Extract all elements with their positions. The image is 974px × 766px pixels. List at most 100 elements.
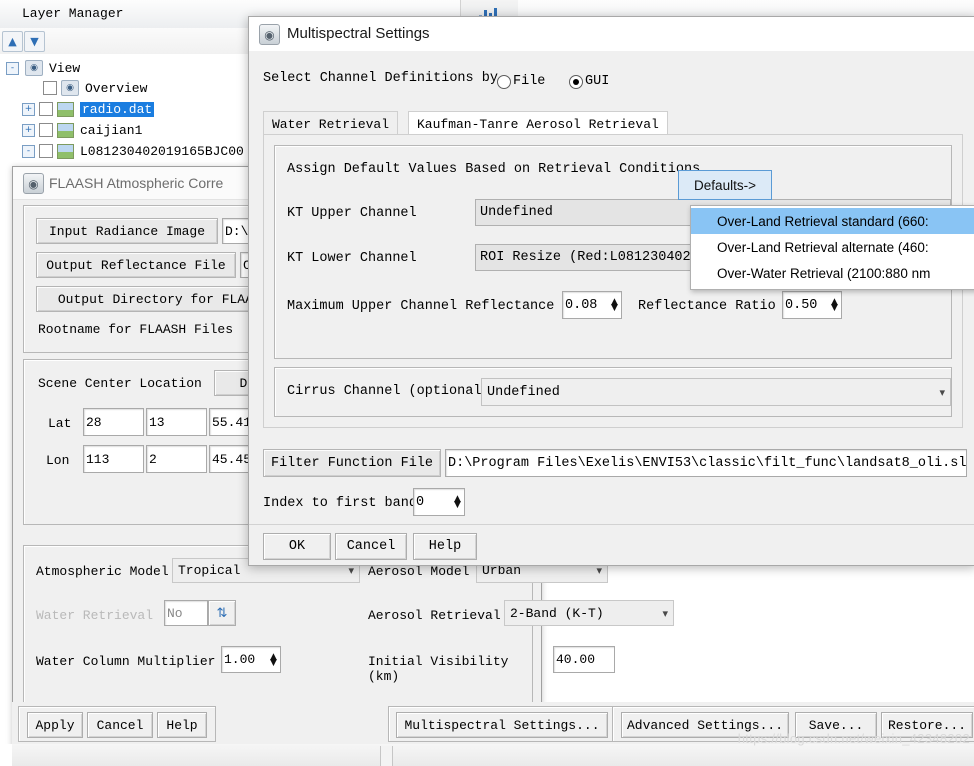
scene-center-location-label: Scene Center Location: [38, 376, 202, 391]
lat-minutes-input[interactable]: 13: [146, 408, 207, 436]
multispectral-title: Multispectral Settings: [287, 25, 430, 42]
assign-defaults-label: Assign Default Values Based on Retrieval…: [287, 162, 701, 177]
tree-item-scene[interactable]: - L081230402019165BJC00: [22, 141, 244, 161]
chevron-down-icon: ▼: [30, 35, 39, 48]
help-button[interactable]: Help: [413, 533, 477, 560]
reflectance-ratio-input[interactable]: 0.50 ▲ ▼: [782, 291, 842, 319]
chevron-down-icon: ▾: [662, 606, 668, 620]
rootname-label: Rootname for FLAASH Files: [38, 322, 234, 337]
collapse-toggle-icon[interactable]: -: [6, 61, 19, 75]
multispectral-titlebar: ◉ Multispectral Settings: [249, 17, 974, 51]
raster-icon: [57, 122, 74, 138]
initial-visibility-input[interactable]: 40.00: [553, 646, 615, 673]
menu-item-over-water[interactable]: Over-Water Retrieval (2100:880 nm: [691, 260, 974, 286]
cirrus-channel-select[interactable]: Undefined ▾: [481, 378, 951, 406]
layer-visibility-checkbox[interactable]: [43, 81, 57, 95]
kt-lower-channel-label: KT Lower Channel: [287, 251, 417, 266]
aerosol-retrieval-select[interactable]: 2-Band (K-T) ▾: [504, 600, 674, 626]
multispectral-settings-button[interactable]: Multispectral Settings...: [396, 712, 608, 738]
flaash-left-buttons: Apply Cancel Help: [18, 706, 216, 742]
stepper-icon[interactable]: ▲ ▼: [608, 298, 621, 313]
help-button[interactable]: Help: [157, 712, 207, 738]
flaash-model-group: Atmospheric Model Tropical ▾ Aerosol Mod…: [23, 545, 674, 707]
tree-item-label: Overview: [85, 80, 148, 96]
atmospheric-model-label: Atmospheric Model: [36, 564, 169, 579]
cirrus-group: Cirrus Channel (optional) Undefined ▾: [274, 367, 952, 417]
tree-item-caijian1[interactable]: + caijian1: [22, 120, 142, 140]
expand-toggle-icon[interactable]: +: [22, 102, 35, 116]
tree-item-radio-dat[interactable]: + radio.dat: [22, 99, 155, 119]
layer-visibility-checkbox[interactable]: [39, 102, 53, 116]
left-margin: [0, 744, 12, 766]
initial-visibility-label: Initial Visibility (km): [368, 654, 509, 684]
stepper-icon[interactable]: ▲ ▼: [267, 652, 280, 667]
lon-minutes-input[interactable]: 2: [146, 445, 207, 473]
defaults-button[interactable]: Defaults->: [678, 170, 772, 200]
water-column-multiplier-label: Water Column Multiplier: [36, 654, 216, 669]
kt-upper-channel-label: KT Upper Channel: [287, 206, 417, 221]
radio-gui[interactable]: GUI: [569, 74, 609, 89]
eye-icon: ◉: [25, 60, 43, 76]
move-down-button[interactable]: ▼: [24, 31, 45, 52]
reflectance-ratio-label: Reflectance Ratio: [638, 299, 776, 314]
cancel-button[interactable]: Cancel: [87, 712, 153, 738]
updown-arrow-icon: ⇅: [216, 605, 228, 621]
water-retrieval-toggle-button[interactable]: ⇅: [208, 600, 236, 626]
defaults-dropdown-menu[interactable]: Over-Land Retrieval standard (660: Over-…: [690, 205, 974, 290]
index-first-band-label: Index to first band: [263, 496, 417, 511]
index-first-band-input[interactable]: 0 ▲ ▼: [413, 488, 465, 516]
input-radiance-image-button[interactable]: Input Radiance Image: [36, 218, 218, 244]
layer-visibility-checkbox[interactable]: [39, 144, 53, 158]
layer-manager-title: Layer Manager: [22, 6, 124, 21]
divider: [249, 524, 974, 525]
lat-degrees-input[interactable]: 28: [83, 408, 144, 436]
lat-label: Lat: [48, 416, 72, 431]
water-retrieval-value: No: [164, 600, 208, 626]
water-retrieval-label: Water Retrieval: [36, 608, 154, 623]
tree-item-label: View: [49, 60, 81, 76]
layer-visibility-checkbox[interactable]: [39, 123, 53, 137]
chevron-down-icon: ▾: [939, 385, 945, 399]
multispectral-settings-dialog: ◉ Multispectral Settings Select Channel …: [248, 16, 974, 566]
scrollbar[interactable]: [380, 746, 393, 766]
water-column-multiplier-input[interactable]: 1.00 ▲ ▼: [221, 646, 281, 673]
radio-button-selected-icon[interactable]: [569, 74, 583, 89]
cancel-button[interactable]: Cancel: [335, 533, 407, 560]
menu-item-over-land-alternate[interactable]: Over-Land Retrieval alternate (460:: [691, 234, 974, 260]
apply-button[interactable]: Apply: [27, 712, 83, 738]
eye-icon: ◉: [61, 80, 79, 96]
stepper-icon[interactable]: ▲ ▼: [828, 298, 841, 313]
radio-button-icon[interactable]: [497, 74, 511, 89]
chevron-up-icon: ▲: [8, 35, 17, 48]
menu-item-over-land-standard[interactable]: Over-Land Retrieval standard (660:: [691, 208, 974, 234]
ok-button[interactable]: OK: [263, 533, 331, 560]
max-upper-reflectance-input[interactable]: 0.08 ▲ ▼: [562, 291, 622, 319]
raster-icon: [57, 101, 74, 117]
flaash-title: FLAASH Atmospheric Corre: [49, 175, 224, 191]
lon-degrees-input[interactable]: 113: [83, 445, 144, 473]
raster-icon: [57, 143, 74, 159]
tree-item-overview[interactable]: ◉ Overview: [30, 78, 147, 98]
tree-item-label: radio.dat: [80, 101, 155, 117]
cirrus-channel-label: Cirrus Channel (optional): [287, 384, 490, 399]
aerosol-retrieval-label: Aerosol Retrieval: [368, 608, 501, 623]
select-channel-definitions-label: Select Channel Definitions by: [263, 71, 498, 86]
radio-file[interactable]: File: [497, 74, 545, 89]
tree-item-view[interactable]: - ◉ View: [6, 58, 80, 78]
move-up-button[interactable]: ▲: [2, 31, 23, 52]
watermark: https://blog.csdn.net/weixin_42348202: [737, 731, 970, 746]
flaash-multispectral-group: Multispectral Settings...: [388, 706, 614, 742]
desktop-background: [0, 744, 974, 766]
filter-function-file-input[interactable]: D:\Program Files\Exelis\ENVI53\classic\f…: [445, 449, 967, 477]
collapse-toggle-icon[interactable]: -: [22, 144, 35, 158]
app-icon: ◉: [23, 173, 44, 194]
expand-toggle-icon[interactable]: +: [22, 123, 35, 137]
max-upper-reflectance-label: Maximum Upper Channel Reflectance: [287, 299, 555, 314]
tree-item-label: L081230402019165BJC00: [80, 143, 244, 159]
app-icon: ◉: [259, 24, 280, 45]
tab-water-retrieval[interactable]: Water Retrieval: [263, 111, 399, 136]
output-reflectance-file-button[interactable]: Output Reflectance File: [36, 252, 236, 278]
filter-function-file-button[interactable]: Filter Function File: [263, 449, 441, 477]
stepper-icon[interactable]: ▲ ▼: [451, 495, 464, 510]
aerosol-model-label: Aerosol Model: [368, 564, 470, 579]
